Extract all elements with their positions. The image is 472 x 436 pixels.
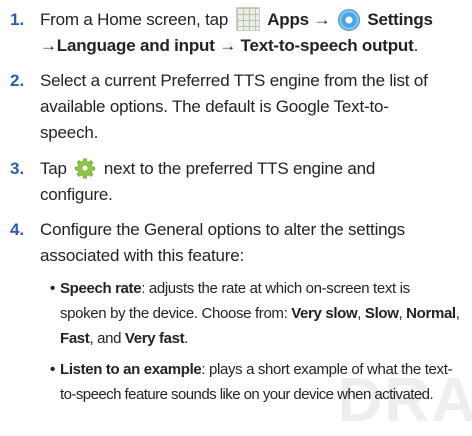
separator: ,: [455, 305, 460, 322]
step-text: Select a current Preferred TTS engine fr…: [40, 68, 466, 146]
step-3-line-2: configure.: [40, 185, 113, 204]
speech-rate-term: Speech rate: [60, 280, 142, 297]
listen-example-term: Listen to an example: [60, 361, 202, 378]
step-number: 4.: [10, 220, 25, 239]
listen-example-desc-2: to-speech feature sounds like on your de…: [60, 386, 434, 403]
settings-icon: [337, 9, 360, 31]
option-very-slow: Very slow: [291, 305, 358, 322]
step-number: 2.: [10, 71, 25, 90]
step-number: 1.: [10, 10, 25, 29]
bullet-listen-example: • Listen to an example: plays a short ex…: [50, 357, 468, 407]
bullet-speech-rate: • Speech rate: adjusts the rate at which…: [50, 276, 468, 351]
bullet-dot: •: [50, 280, 55, 297]
period: .: [184, 330, 189, 347]
separator: ,: [357, 305, 365, 322]
step-2-line-2: available options. The default is Google…: [40, 97, 389, 116]
option-normal: Normal: [406, 305, 456, 322]
step-number: 3.: [10, 159, 25, 178]
step-4-line-2: associated with this feature:: [40, 246, 244, 265]
option-very-fast: Very fast: [124, 330, 185, 347]
settings-label: Settings: [367, 10, 433, 29]
step-text: Configure the General options to alter t…: [40, 217, 466, 269]
option-fast: Fast: [60, 330, 90, 347]
step-text: From a Home screen, tap Apps → Settings …: [40, 7, 466, 59]
separator: , and: [89, 330, 125, 347]
speech-rate-desc: : adjusts the rate at which on-screen te…: [141, 280, 410, 297]
period: .: [413, 36, 419, 55]
apps-grid-icon: [235, 7, 260, 31]
arrow-text: →: [313, 10, 331, 29]
option-slow: Slow: [364, 305, 399, 322]
step-2-line-1: Select a current Preferred TTS engine fr…: [40, 71, 428, 90]
apps-label: Apps: [267, 10, 309, 29]
step-3-text-end: next to the preferred TTS engine and: [103, 159, 376, 178]
step-3-text-start: Tap: [40, 159, 67, 178]
step-4-line-1: Configure the General options to alter t…: [40, 220, 405, 239]
step-1-text-start: From a Home screen, tap: [40, 10, 229, 29]
bullet-text: Listen to an example: plays a short exam…: [50, 357, 468, 407]
choose-from-text: spoken by the device. Choose from:: [60, 305, 292, 322]
settings-path: →Language and input → Text-to-speech out…: [40, 36, 414, 55]
gear-icon: [75, 158, 96, 179]
step-2-line-3: speech.: [40, 123, 99, 142]
bullet-dot: •: [50, 361, 55, 378]
step-text: Tap next to the preferred TTS engine and…: [40, 156, 466, 208]
bullet-text: Speech rate: adjusts the rate at which o…: [50, 276, 468, 351]
listen-example-desc: : plays a short example of what the text…: [201, 361, 453, 378]
